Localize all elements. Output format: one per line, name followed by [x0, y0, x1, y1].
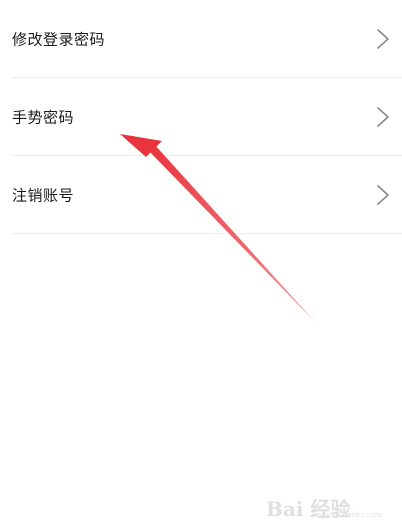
chevron-right-icon	[377, 107, 389, 127]
settings-item-label: 手势密码	[12, 108, 75, 127]
settings-item-change-login-password[interactable]: 修改登录密码	[0, 0, 402, 78]
chevron-right-icon	[377, 185, 389, 205]
settings-item-gesture-password[interactable]: 手势密码	[0, 78, 402, 156]
settings-item-label: 修改登录密码	[12, 30, 106, 49]
chevron-right-icon	[377, 29, 389, 49]
watermark-logo: Bai 经验 jingyan.baidu.com	[266, 489, 382, 521]
row-divider	[12, 233, 402, 234]
settings-item-label: 注销账号	[12, 186, 75, 205]
watermark-url: jingyan.baidu.com	[312, 511, 382, 519]
settings-item-cancel-account[interactable]: 注销账号	[0, 156, 402, 234]
settings-list: 修改登录密码 手势密码 注销账号	[0, 0, 402, 234]
screen: 修改登录密码 手势密码 注销账号 Bai 经验 jingyan.baidu.co…	[0, 0, 402, 529]
